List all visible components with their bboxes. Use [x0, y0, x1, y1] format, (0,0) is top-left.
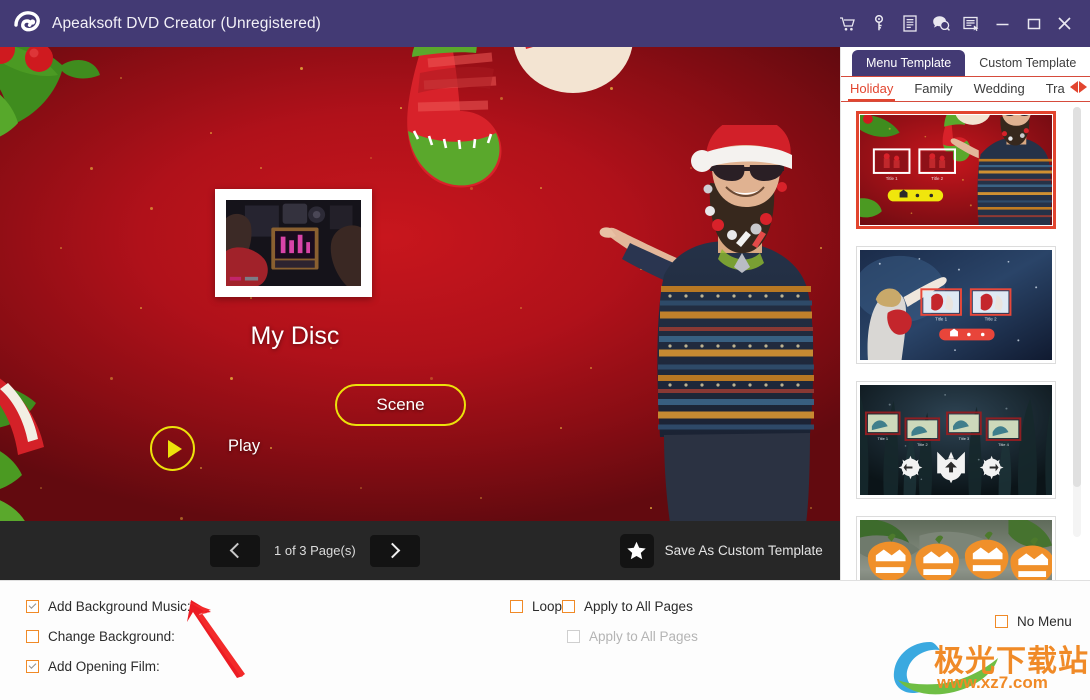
apply-all-pages-music-option: Apply to All Pages: [562, 595, 693, 617]
svg-text:Title 2: Title 2: [917, 442, 928, 447]
category-scroll-arrows[interactable]: [1070, 81, 1087, 93]
dvd-creator-window: Apeaksoft DVD Creator (Unregistered) My …: [0, 0, 1090, 700]
page-navigation-bar: 1 of 3 Page(s) Save As Custom Template: [0, 521, 840, 580]
thumbnail-image: [222, 196, 365, 290]
category-bar: Holiday Family Wedding Tra: [841, 76, 1090, 102]
maximize-icon[interactable]: [1018, 7, 1049, 41]
loop-label: Loop: [532, 598, 563, 614]
add-background-music-label: Add Background Music:: [48, 598, 191, 614]
template-card-winter-couple[interactable]: Title 1 Title 2: [856, 246, 1056, 364]
christmas-stocking-decoration: [407, 47, 533, 188]
play-label[interactable]: Play: [228, 437, 260, 456]
apply-all-pages-background-option: Apply to All Pages: [567, 625, 698, 647]
apply-to-all-pages-music-checkbox[interactable]: [562, 599, 575, 613]
add-background-music-row: Add Background Music:: [26, 595, 191, 617]
save-template-label: Save As Custom Template: [664, 543, 823, 558]
watermark-url: www.xz7.com: [937, 673, 1048, 692]
tab-custom-template[interactable]: Custom Template: [965, 50, 1090, 76]
arrow-left-icon[interactable]: [1070, 81, 1078, 93]
category-travel[interactable]: Tra: [1046, 81, 1065, 97]
play-button[interactable]: [150, 426, 195, 471]
feedback-chat-icon[interactable]: [925, 7, 956, 41]
register-document-icon[interactable]: [894, 7, 925, 41]
no-menu-option: No Menu: [995, 610, 1072, 632]
loop-checkbox[interactable]: [510, 599, 523, 613]
svg-text:Title 1: Title 1: [935, 317, 947, 322]
change-background-checkbox[interactable]: [26, 629, 39, 643]
apeaksoft-logo: [12, 9, 42, 39]
next-page-button[interactable]: [369, 534, 420, 567]
svg-text:Title 3: Title 3: [959, 436, 970, 441]
title-bar-icons: [832, 0, 1090, 47]
christmas-man-photo: [599, 125, 814, 521]
template-list-scrollbar[interactable]: [1073, 107, 1081, 537]
svg-text:Title 4: Title 4: [998, 442, 1009, 447]
template-thumbnail: Title 1 Title 2: [860, 115, 1052, 225]
template-tab-row: Menu Template Custom Template: [841, 47, 1090, 76]
app-title: Apeaksoft DVD Creator (Unregistered): [52, 14, 321, 32]
cart-icon[interactable]: [832, 7, 863, 41]
add-opening-film-label: Add Opening Film:: [48, 658, 160, 674]
tab-menu-template[interactable]: Menu Template: [852, 50, 966, 76]
key-icon[interactable]: [863, 7, 894, 41]
chevron-right-icon: [384, 542, 401, 559]
no-menu-checkbox[interactable]: [995, 614, 1008, 628]
no-menu-label: No Menu: [1017, 613, 1072, 629]
close-icon[interactable]: [1049, 7, 1080, 41]
minimize-icon[interactable]: [987, 7, 1018, 41]
template-thumbnail: Title 1 Title 2: [860, 250, 1052, 360]
menu-preview-stage[interactable]: My Disc Scene Play: [0, 47, 840, 521]
change-background-label: Change Background:: [48, 628, 175, 644]
apply-to-all-pages-music-label: Apply to All Pages: [584, 598, 693, 614]
category-holiday[interactable]: Holiday: [847, 81, 896, 101]
apply-to-all-pages-background-checkbox[interactable]: [567, 629, 580, 643]
template-list[interactable]: Title 1 Title 2 Title 1 Title 2 Title 1 …: [841, 103, 1090, 580]
template-card-forest-night[interactable]: Title 1 Title 2 Title 3 Title 4: [856, 381, 1056, 499]
svg-text:Title 2: Title 2: [985, 317, 997, 322]
svg-text:Title 1: Title 1: [886, 176, 898, 181]
prev-page-button[interactable]: [210, 534, 260, 567]
category-family[interactable]: Family: [914, 81, 952, 97]
check-tick-icon: [28, 661, 37, 669]
scrollbar-thumb[interactable]: [1073, 107, 1081, 487]
add-opening-film-checkbox[interactable]: [26, 659, 39, 673]
menu-icon[interactable]: [956, 7, 987, 41]
page-indicator: 1 of 3 Page(s): [274, 543, 356, 558]
menu-video-thumbnail[interactable]: [215, 189, 372, 297]
change-background-row: Change Background:: [26, 625, 175, 647]
save-as-custom-template-button[interactable]: Save As Custom Template: [619, 533, 823, 568]
template-thumbnail: Title 1 Title 2 Title 3 Title 4: [860, 385, 1052, 495]
template-card-christmas-man[interactable]: Title 1 Title 2: [856, 111, 1056, 229]
arrow-right-icon[interactable]: [1079, 81, 1087, 93]
star-icon: [619, 533, 654, 568]
category-wedding[interactable]: Wedding: [974, 81, 1025, 97]
template-thumbnail: [860, 520, 1052, 580]
site-watermark: 极光下载站 www.xz7.com: [882, 636, 1090, 700]
svg-text:Title 2: Title 2: [931, 176, 943, 181]
check-tick-icon: [28, 601, 37, 609]
add-opening-film-row: Add Opening Film:: [26, 655, 160, 677]
disc-title-text[interactable]: My Disc: [215, 322, 375, 351]
loop-option: Loop: [510, 595, 562, 617]
add-background-music-checkbox[interactable]: [26, 599, 39, 613]
play-triangle-icon: [167, 439, 182, 458]
template-card-halloween-pumpkin[interactable]: [856, 516, 1056, 580]
title-bar: Apeaksoft DVD Creator (Unregistered): [0, 0, 1090, 47]
chevron-left-icon: [229, 542, 245, 559]
annotation-arrow: [187, 600, 245, 678]
template-panel: Menu Template Custom Template Holiday Fa…: [840, 47, 1090, 580]
svg-text:Title 1: Title 1: [877, 436, 888, 441]
holly-decoration-top-left: [0, 47, 100, 137]
apply-to-all-pages-background-label: Apply to All Pages: [589, 628, 698, 644]
scene-button[interactable]: Scene: [335, 384, 466, 426]
